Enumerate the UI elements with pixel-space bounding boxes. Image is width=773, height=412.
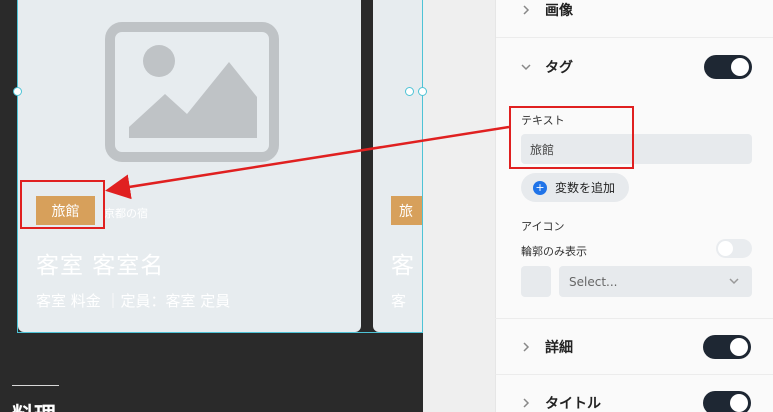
icon-label: アイコン (521, 220, 565, 233)
room-card[interactable]: 旅館 京都の宿 客室 客室名 客室 料金 ｜定員：客室 定員 (18, 0, 361, 332)
resize-handle-middle[interactable] (405, 87, 414, 96)
section-divider (12, 385, 59, 386)
title-toggle[interactable] (703, 390, 751, 412)
panel-row-label: 画像 (545, 2, 573, 19)
chevron-down-icon (520, 61, 532, 73)
editor-canvas: 旅館 京都の宿 客室 客室名 客室 料金 ｜定員：客室 定員 旅 客 客 料理 (0, 0, 495, 412)
panel-row-label: タイトル (545, 395, 601, 412)
outline-only-label: 輪郭のみ表示 (521, 245, 587, 258)
outline-only-toggle[interactable] (716, 239, 752, 258)
add-variable-label: 変数を追加 (555, 181, 616, 195)
plus-icon: + (533, 180, 547, 195)
chevron-down-icon (729, 278, 739, 285)
section-heading: 料理 (12, 398, 56, 412)
panel-row-label: タグ (545, 60, 573, 76)
highlight-box-field (509, 106, 634, 169)
icon-select-value: Select... (569, 274, 618, 289)
card-note: 京都の宿 (104, 207, 148, 220)
chevron-right-icon (520, 397, 532, 409)
card-subtitle: 客 (391, 292, 407, 310)
tag-visibility-toggle[interactable] (704, 55, 752, 79)
panel-row-label: 詳細 (545, 339, 573, 356)
image-placeholder-icon (105, 22, 279, 162)
chevron-right-icon (520, 341, 532, 353)
room-card[interactable]: 旅 客 客 (373, 0, 423, 332)
highlight-box-tag (20, 180, 105, 229)
resize-handle-right[interactable] (418, 87, 427, 96)
panel-row-details[interactable]: 詳細 (495, 319, 773, 375)
add-variable-button[interactable]: + 変数を追加 (521, 173, 629, 202)
canvas-gutter (423, 0, 495, 412)
chevron-right-icon (520, 4, 532, 16)
icon-color-swatch[interactable] (521, 266, 551, 297)
tag-badge[interactable]: 旅 (391, 196, 423, 225)
panel-row-title[interactable]: タイトル (495, 375, 773, 412)
icon-select[interactable]: Select... (559, 266, 752, 297)
resize-handle-left[interactable] (13, 87, 22, 96)
panel-row-tag[interactable]: タグ (496, 39, 773, 95)
card-subtitle: 客室 料金 ｜定員：客室 定員 (36, 292, 231, 310)
card-title: 客 (391, 253, 415, 279)
details-toggle[interactable] (703, 334, 751, 359)
panel-row-image[interactable]: 画像 (496, 0, 773, 38)
card-title: 客室 客室名 (36, 253, 165, 279)
